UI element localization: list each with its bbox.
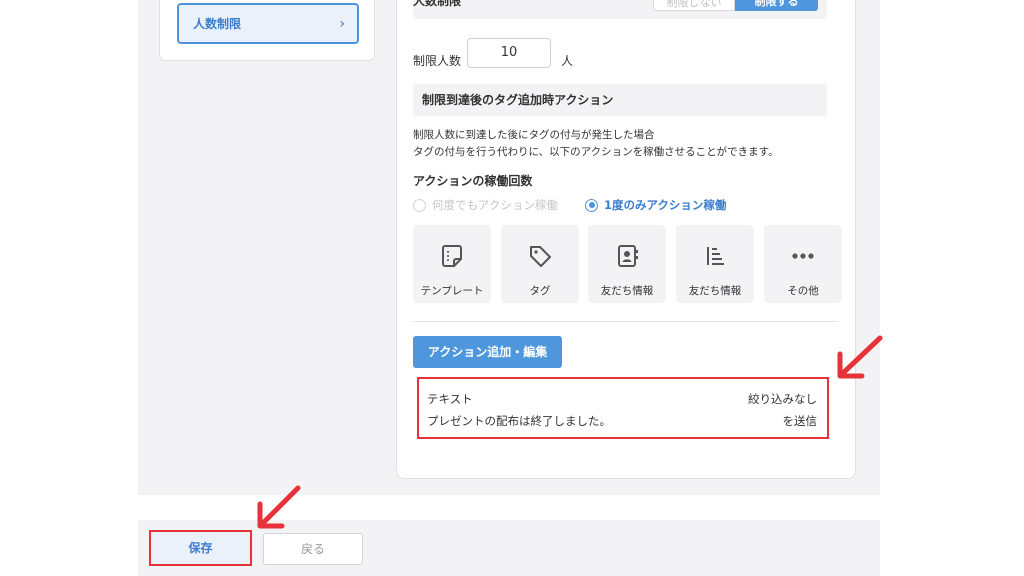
action-count-heading: アクションの稼働回数 xyxy=(413,174,533,188)
action-filter: 絞り込みなし xyxy=(748,392,817,406)
action-send: を送信 xyxy=(782,414,818,428)
no-limit-option[interactable]: 制限しない xyxy=(653,0,735,11)
contact-card-icon xyxy=(618,245,638,267)
limit-toggle-label: 人数制限 xyxy=(413,0,462,8)
limit-count-unit: 人 xyxy=(561,54,574,68)
divider xyxy=(413,321,838,322)
limit-count-input[interactable]: 10 xyxy=(467,38,551,68)
action-tile-friend-info-list[interactable]: 友だち情報 xyxy=(676,225,754,303)
after-limit-description-2: タグの付与を行う代わりに、以下のアクションを稼働させることができます。 xyxy=(413,146,779,158)
after-limit-description-1: 制限人数に到達した後にタグの付与が発生した場合 xyxy=(413,129,655,141)
sidebar-item-label: 人数制限 xyxy=(193,17,242,31)
annotation-arrow-icon xyxy=(837,335,883,379)
annotation-arrow-icon xyxy=(257,485,301,529)
radio-once[interactable]: 1度のみアクション稼働 xyxy=(585,197,726,213)
action-tile-label: テンプレート xyxy=(420,285,484,297)
action-tile-label: 友だち情報 xyxy=(688,285,742,297)
action-tile-other[interactable]: その他 xyxy=(764,225,842,303)
action-tile-label: タグ xyxy=(529,285,551,297)
limit-option[interactable]: 制限する xyxy=(735,0,818,11)
radio-circle xyxy=(413,198,426,212)
action-summary: テキスト 絞り込みなし プレゼントの配布は終了しました。 を送信 xyxy=(417,377,829,439)
more-icon xyxy=(792,253,814,259)
list-icon xyxy=(707,247,724,265)
after-limit-heading: 制限到達後のタグ追加時アクション xyxy=(413,84,827,116)
save-button[interactable]: 保存 xyxy=(149,530,252,566)
action-tile-friend-info[interactable]: 友だち情報 xyxy=(588,225,666,303)
add-edit-action-button[interactable]: アクション追加・編集 xyxy=(413,336,562,368)
radio-circle-selected xyxy=(585,198,598,212)
limit-toggle-row: 人数制限 制限しない 制限する xyxy=(413,0,827,19)
radio-once-label: 1度のみアクション稼働 xyxy=(604,198,727,212)
action-type: テキスト xyxy=(427,392,473,406)
tag-icon xyxy=(530,246,551,267)
back-button[interactable]: 戻る xyxy=(263,533,363,565)
action-tile-tag[interactable]: タグ xyxy=(501,225,579,303)
sidebar-item-people-limit[interactable]: 人数制限 › xyxy=(177,3,359,44)
action-tile-label: その他 xyxy=(787,285,819,297)
chevron-right-icon: › xyxy=(339,15,345,32)
radio-any-times-label: 何度でもアクション稼働 xyxy=(432,198,558,212)
radio-any-times[interactable]: 何度でもアクション稼働 xyxy=(413,197,558,213)
limit-count-label: 制限人数 xyxy=(413,54,462,68)
template-icon xyxy=(442,245,462,267)
action-tile-label: 友だち情報 xyxy=(600,285,654,297)
action-message: プレゼントの配布は終了しました。 xyxy=(427,414,611,428)
action-tile-template[interactable]: テンプレート xyxy=(413,225,491,303)
